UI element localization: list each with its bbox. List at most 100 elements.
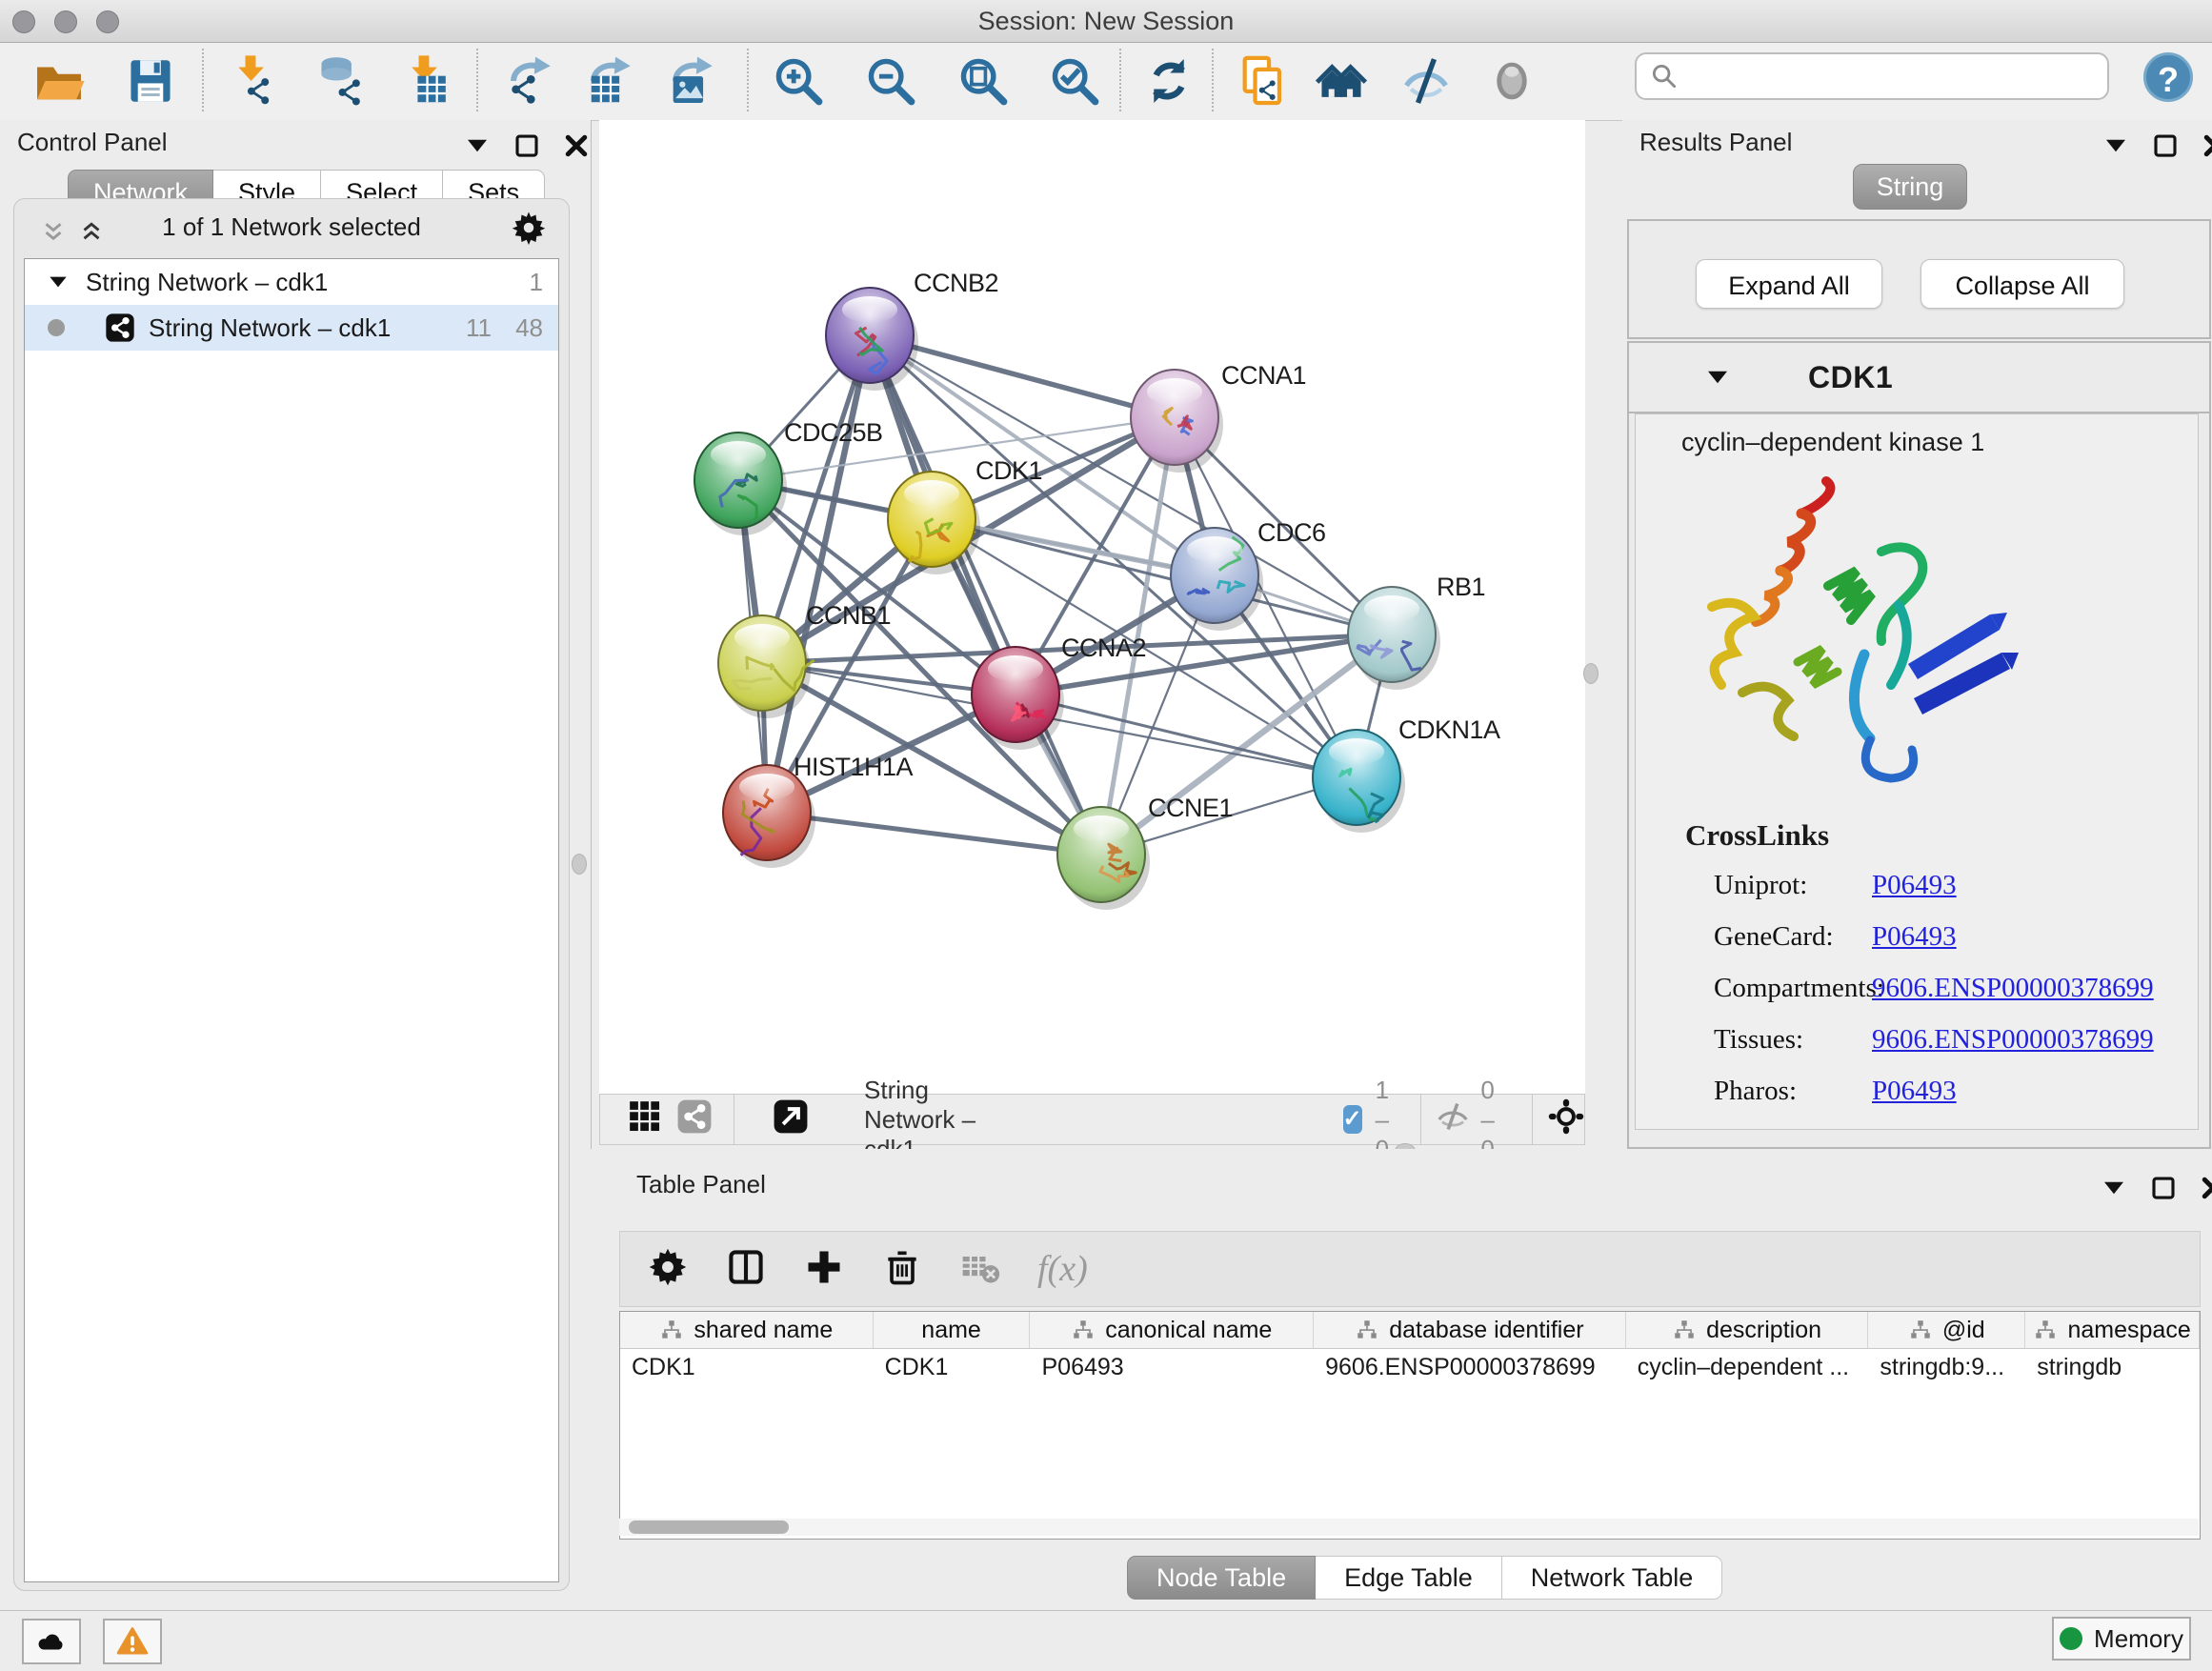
float-panel-icon[interactable] [513, 131, 541, 160]
network-edge[interactable] [767, 813, 1101, 855]
export-image-button[interactable] [661, 50, 722, 111]
table-horizontal-scrollbar[interactable] [619, 1519, 2199, 1536]
network-options-gear-icon[interactable] [512, 211, 546, 245]
copy-style-button[interactable] [1233, 50, 1294, 111]
close-panel-icon[interactable] [2201, 131, 2212, 160]
apply-layout-button[interactable] [1138, 50, 1199, 111]
crosslink-label: GeneCard: [1714, 921, 1872, 953]
network-node-CDC6[interactable]: CDC6 [1171, 518, 1326, 631]
delete-column-button[interactable] [881, 1246, 923, 1293]
main-toolbar: ? [0, 43, 2212, 121]
table-settings-button[interactable] [647, 1246, 689, 1293]
open-in-window-icon[interactable] [773, 1098, 809, 1141]
network-canvas[interactable]: CCNB2 CCNA1 CDC25B CDK1 CDC6 R [599, 120, 1585, 1094]
zoom-selected-button[interactable] [1044, 50, 1105, 111]
network-status-dot [48, 319, 65, 336]
open-session-button[interactable] [29, 50, 90, 111]
close-panel-icon[interactable] [562, 131, 591, 160]
network-node-HIST1H1A[interactable]: HIST1H1A [723, 753, 914, 868]
scrollbar-thumb[interactable] [629, 1520, 789, 1534]
table-panel-title: Table Panel [636, 1170, 766, 1199]
crosslink-label: Tissues: [1714, 1024, 1872, 1056]
copy-style-icon [1236, 53, 1291, 109]
string-protein-query-button[interactable] [1311, 50, 1372, 111]
cytoscape-window: Session: New Session ? Control Panel Net… [0, 0, 2212, 1671]
collapse-panel-icon[interactable] [2101, 131, 2130, 160]
hide-graphics-button[interactable] [1396, 50, 1457, 111]
string-tab[interactable]: String [1853, 164, 1967, 210]
node-label: CCNA2 [1061, 634, 1146, 662]
column-header-name[interactable]: name [874, 1312, 1031, 1348]
create-column-button[interactable] [803, 1246, 845, 1293]
crosslink-link[interactable]: 9606.ENSP00000378699 [1872, 973, 2154, 1004]
crosslink-link[interactable]: 9606.ENSP00000378699 [1872, 1024, 2154, 1056]
search-input[interactable] [1635, 52, 2109, 100]
crosslink-label: Pharos: [1714, 1076, 1872, 1107]
show-graphics-button[interactable] [1481, 50, 1542, 111]
zoom-fit-button[interactable] [953, 50, 1014, 111]
birds-eye-view-icon[interactable] [627, 1098, 663, 1141]
network-row[interactable]: String Network – cdk1 11 48 [25, 305, 558, 351]
warnings-button[interactable] [103, 1619, 162, 1664]
column-type-icon [1355, 1318, 1379, 1342]
collapse-panel-icon[interactable] [463, 131, 492, 160]
expand-all-button[interactable]: Expand All [1696, 259, 1882, 309]
selected-checkbox[interactable]: ✓ [1343, 1105, 1362, 1134]
hidden-eye-icon[interactable] [1435, 1098, 1471, 1141]
network-node-CDK1[interactable]: CDK1 [888, 456, 1042, 574]
crosslink-link[interactable]: P06493 [1872, 870, 1957, 901]
float-panel-icon[interactable] [2151, 131, 2180, 160]
import-network-from-database-button[interactable] [311, 50, 372, 111]
table-cell: CDK1 [874, 1349, 1031, 1385]
delete-table-button [959, 1246, 1001, 1293]
save-session-button[interactable] [120, 50, 181, 111]
table-cell: CDK1 [620, 1349, 874, 1385]
export-network-button[interactable] [499, 50, 560, 111]
status-bar: Memory [0, 1610, 2212, 1671]
collapse-panel-icon[interactable] [2100, 1174, 2128, 1202]
column-header-id[interactable]: @id [1868, 1312, 2025, 1348]
tab-edge-table[interactable]: Edge Table [1316, 1556, 1502, 1600]
tab-network-table[interactable]: Network Table [1502, 1556, 1723, 1600]
crosslink-link[interactable]: P06493 [1872, 1076, 1957, 1107]
hidden-eye-icon [1435, 1098, 1471, 1135]
cloud-button[interactable] [22, 1619, 81, 1664]
network-collection-row[interactable]: String Network – cdk1 1 [25, 259, 558, 305]
memory-button[interactable]: Memory [2052, 1617, 2191, 1661]
caret-down-icon[interactable] [1703, 363, 1732, 392]
close-panel-icon[interactable] [2199, 1174, 2212, 1202]
import-network-button[interactable] [223, 50, 284, 111]
network-node-CCNA1[interactable]: CCNA1 [1131, 361, 1306, 473]
crosslink-link[interactable]: P06493 [1872, 921, 1957, 953]
caret-down-icon[interactable] [46, 270, 70, 294]
birds-eye-view-icon [627, 1098, 663, 1135]
import-network-from-database-icon [313, 53, 369, 109]
network-node-RB1[interactable]: RB1 [1348, 573, 1485, 690]
table-row[interactable]: CDK1CDK1P064939606.ENSP00000378699cyclin… [620, 1349, 2200, 1385]
column-header-description[interactable]: description [1626, 1312, 1869, 1348]
column-header-namespace[interactable]: namespace [2025, 1312, 2200, 1348]
import-table-button[interactable] [396, 50, 457, 111]
open-in-window-icon [773, 1098, 809, 1135]
protein-section-header[interactable]: CDK1 [1629, 343, 2209, 413]
tab-node-table[interactable]: Node Table [1127, 1556, 1316, 1600]
zoom-in-button[interactable] [768, 50, 829, 111]
collapse-all-button[interactable]: Collapse All [1920, 259, 2124, 309]
column-header-canonicalname[interactable]: canonical name [1030, 1312, 1314, 1348]
export-table-button[interactable] [579, 50, 640, 111]
network-share-icon [105, 312, 135, 343]
column-header-sharedname[interactable]: shared name [620, 1312, 874, 1348]
node-count: 11 [466, 313, 492, 343]
network-overview-icon[interactable] [676, 1098, 713, 1141]
column-header-databaseidentifier[interactable]: database identifier [1314, 1312, 1626, 1348]
zoom-out-button[interactable] [860, 50, 921, 111]
pan-crosshair-icon[interactable] [1548, 1098, 1584, 1141]
network-node-CDKN1A[interactable]: CDKN1A [1313, 715, 1500, 833]
network-edge[interactable] [767, 335, 870, 813]
right-splitter-handle[interactable] [1583, 663, 1599, 684]
left-splitter-handle[interactable] [572, 854, 587, 875]
float-panel-icon[interactable] [2149, 1174, 2178, 1202]
split-panel-button[interactable] [725, 1246, 767, 1293]
help-button[interactable]: ? [2143, 52, 2193, 102]
network-node-CCNE1[interactable]: CCNE1 [1057, 794, 1233, 910]
